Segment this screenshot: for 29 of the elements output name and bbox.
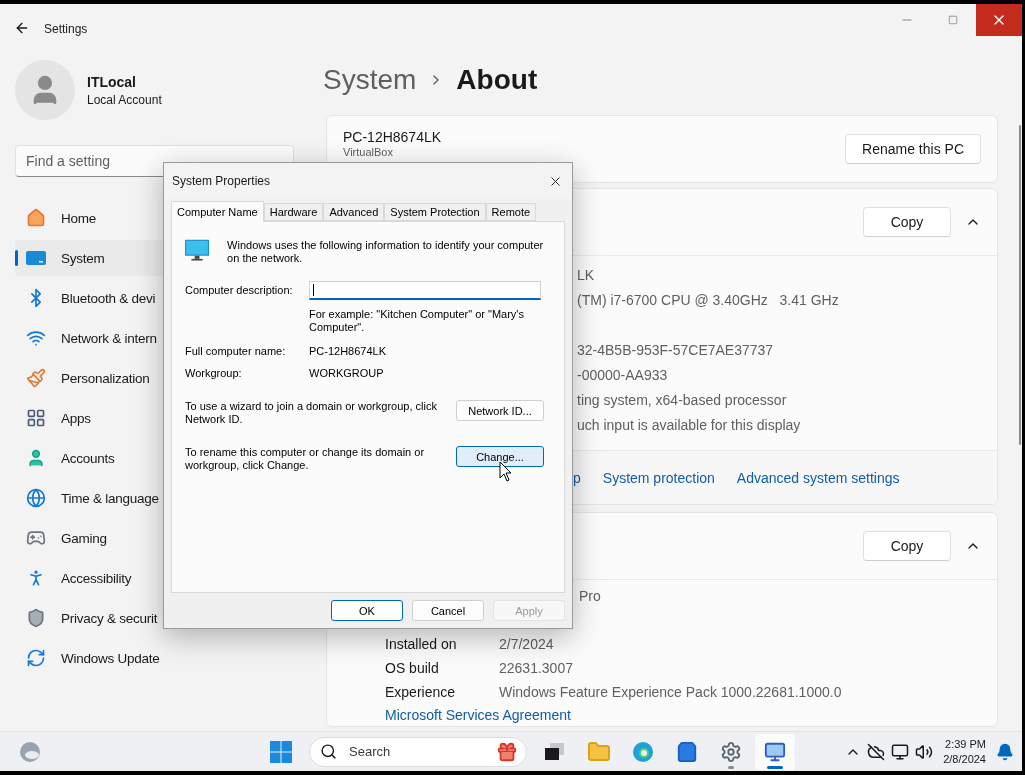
- field-value: PC-12H8674LK: [309, 344, 388, 359]
- window-title: Settings: [44, 22, 88, 36]
- spec-label: Installed on: [385, 636, 458, 652]
- instruction-text: To use a wizard to join a domain or workgroup, click Network ID.: [185, 400, 438, 426]
- spec-value: Pro: [578, 587, 602, 606]
- device-name: PC-12H8674LK: [343, 129, 442, 145]
- page-title: About: [456, 64, 538, 96]
- spec-value: uch input is available for this display: [577, 416, 802, 435]
- example-text: For example: "Kitchen Computer" or "Mary's Computer".: [309, 307, 525, 335]
- dialog-title: System Properties: [172, 174, 271, 188]
- field-label: Full computer name:: [185, 344, 287, 359]
- field-value: WORKGROUP: [309, 366, 385, 381]
- intro-text: Windows uses the following information to identify your computer on the network.: [227, 238, 544, 265]
- field-label: Workgroup:: [185, 366, 243, 381]
- spec-value: Windows Feature Experience Pack 1000.22681.1000.0: [499, 684, 842, 700]
- account-type: Local Account: [87, 92, 162, 107]
- field-label: Computer description:: [185, 283, 294, 298]
- device-model: VirtualBox: [343, 146, 394, 158]
- instruction-text: To rename this computer or change its domain or workgroup, click Change.: [185, 446, 426, 472]
- spec-value: ting system, x64-based processor: [577, 391, 788, 410]
- spec-value: 32-4B5B-953F-57CE7AE37737: [577, 341, 775, 360]
- spec-value: 22631.3007: [499, 660, 573, 676]
- spec-label: OS build: [385, 660, 440, 676]
- spec-value: 2/7/2024: [499, 636, 554, 652]
- user-name: ITLocal: [87, 73, 137, 90]
- spec-label: Experience: [385, 684, 457, 700]
- spec-value: -00000-AA933: [577, 366, 669, 385]
- spec-value: LK: [577, 266, 596, 285]
- spec-value: (TM) i7-6700 CPU @ 3.40GHz 3.41 GHz: [577, 291, 840, 310]
